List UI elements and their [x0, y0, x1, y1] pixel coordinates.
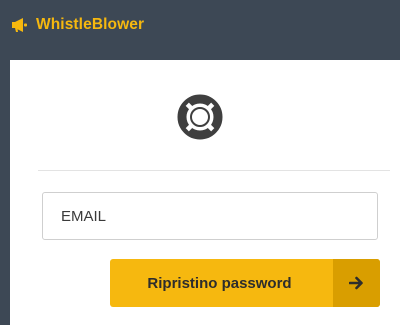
email-input[interactable]: [42, 192, 378, 240]
reset-password-button[interactable]: Ripristino password: [110, 259, 380, 307]
reset-password-label: Ripristino password: [147, 274, 292, 292]
reset-password-panel: Ripristino password: [10, 60, 400, 325]
megaphone-icon: [10, 17, 28, 33]
arrow-right-icon: [333, 259, 380, 307]
lifebuoy-icon: [177, 94, 223, 140]
divider: [38, 170, 390, 171]
brand-name: WhistleBlower: [36, 16, 145, 33]
top-navbar: WhistleBlower: [0, 0, 400, 56]
brand-link[interactable]: WhistleBlower: [10, 16, 144, 34]
